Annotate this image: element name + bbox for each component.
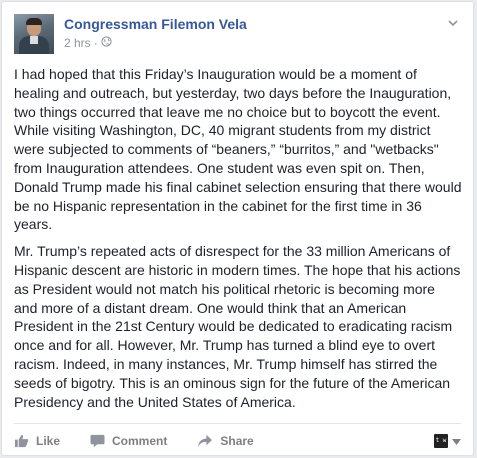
comment-icon xyxy=(90,434,105,448)
share-as-selector[interactable]: t w xyxy=(434,432,461,450)
post-timestamp[interactable]: 2 hrs xyxy=(64,36,91,50)
post-paragraph: Mr. Trump’s repeated acts of disrespect … xyxy=(14,243,461,410)
post-card: Congressman Filemon Vela 2 hrs · I had h… xyxy=(1,1,474,456)
comment-button[interactable]: Comment xyxy=(90,434,167,448)
share-label: Share xyxy=(220,434,254,448)
author-avatar[interactable] xyxy=(14,14,54,54)
share-arrow-icon xyxy=(197,434,213,448)
post-meta: 2 hrs · xyxy=(64,36,112,50)
thumbs-up-icon xyxy=(14,434,29,448)
post-header: Congressman Filemon Vela 2 hrs · xyxy=(14,14,461,54)
meta-separator: · xyxy=(93,36,98,50)
author-name[interactable]: Congressman Filemon Vela xyxy=(64,16,247,32)
share-as-avatar: t w xyxy=(434,434,448,448)
chevron-down-icon[interactable] xyxy=(447,16,459,28)
like-button[interactable]: Like xyxy=(14,434,60,448)
like-label: Like xyxy=(36,434,61,448)
post-body: I had hoped that this Friday’s Inaugurat… xyxy=(14,65,462,419)
comment-label: Comment xyxy=(112,434,168,448)
post-actions-bar: Like Comment Share t w xyxy=(14,426,461,456)
post-paragraph: I had hoped that this Friday’s Inaugurat… xyxy=(14,66,462,233)
caret-down-icon xyxy=(452,432,461,450)
share-button[interactable]: Share xyxy=(197,434,254,448)
actions-divider xyxy=(14,423,461,424)
globe-icon[interactable] xyxy=(101,36,112,50)
